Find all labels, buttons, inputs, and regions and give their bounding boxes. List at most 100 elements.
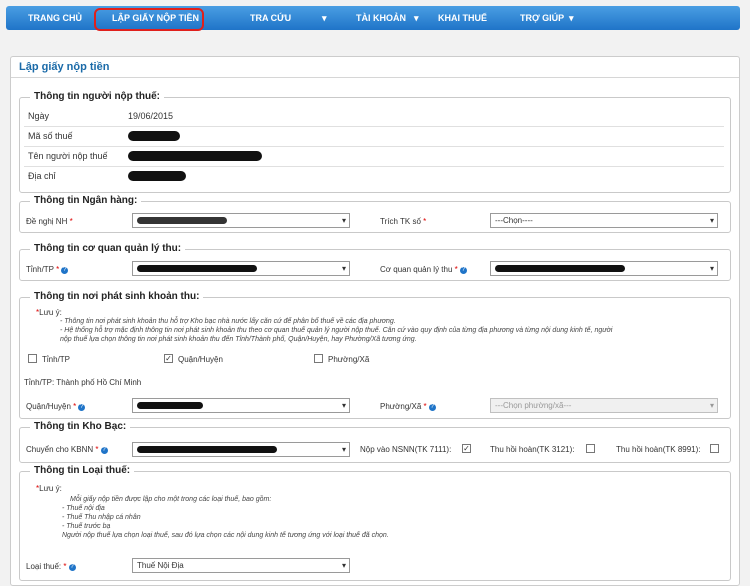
checkbox-district[interactable]: ✓ [164, 354, 173, 363]
redaction-address [128, 171, 186, 181]
highlight-annotation [94, 8, 204, 31]
treasury-section: Thông tin Kho Bạc: Chuyển cho KBNN *? ▾ … [19, 421, 731, 463]
taxtype-select[interactable]: Thuế Nội Địa ▾ [132, 558, 350, 573]
authority-section: Thông tin cơ quan quản lý thu: Tỉnh/TP *… [19, 243, 731, 281]
origin-note-title-text: Lưu ý: [39, 308, 62, 317]
nav-account-label: TÀI KHOẢN [356, 13, 406, 23]
chevron-down-icon: ▾ [341, 264, 346, 273]
taxtype-section: Thông tin Loại thuế: *Lưu ý: Mỗi giấy nộ… [19, 465, 731, 581]
required-marker: * [423, 217, 427, 226]
district-label: Quận/Huyện *? [26, 402, 86, 411]
bank-request-label: Đề nghị NH * [26, 217, 73, 226]
account-select-value: ---Chọn---- [495, 216, 533, 225]
nav-home[interactable]: TRANG CHỦ [28, 6, 82, 30]
origin-note-line-2: - Hệ thống hỗ trợ mặc định thông tin nơi… [60, 327, 613, 334]
bank-request-text: Đề nghị NH [26, 217, 68, 226]
taxpayer-name-label: Tên người nộp thuế [28, 151, 108, 161]
ward-select[interactable]: ---Chọn phường/xã--- ▾ [490, 398, 718, 413]
province-text: Tỉnh/TP: Thành phố Hồ Chí Minh [24, 378, 142, 387]
refund1-label: Thu hồi hoàn(TK 3121): [490, 445, 575, 454]
tax-code-label: Mã số thuế [28, 131, 73, 141]
nav-help-caret-icon: ▾ [569, 13, 574, 23]
redaction-treasury [137, 446, 277, 453]
row-address: Địa chỉ [24, 166, 724, 186]
nav-account[interactable]: TÀI KHOẢN [356, 6, 406, 30]
treasury-select[interactable]: ▾ [132, 442, 350, 457]
checkbox-district-label: Quận/Huyện [178, 355, 223, 364]
nsnn-label: Nộp vào NSNN(TK 7111): [360, 445, 452, 454]
payment-slip-form: Lập giấy nộp tiền Thông tin người nộp th… [10, 56, 740, 586]
taxtype-note-title-text: Lưu ý: [39, 484, 62, 493]
nsnn-checkbox[interactable]: ✓ [462, 444, 471, 453]
account-select[interactable]: ---Chọn---- ▾ [490, 213, 718, 228]
account-label-text: Trích TK số [380, 217, 421, 226]
nav-lookup-caret-icon: ▾ [322, 13, 327, 23]
help-icon[interactable]: ? [61, 267, 69, 274]
nav-lookup[interactable]: TRA CỨU [250, 6, 291, 30]
taxpayer-section: Thông tin người nộp thuế: Ngày 19/06/201… [19, 91, 731, 193]
chevron-down-icon: ▾ [709, 264, 714, 273]
checkbox-ward[interactable] [314, 354, 323, 363]
row-tax-code: Mã số thuế [24, 126, 724, 147]
help-icon[interactable]: ? [100, 447, 108, 454]
transfer-label: Chuyển cho KBNN *? [26, 445, 108, 454]
treasury-legend: Thông tin Kho Bạc: [30, 421, 131, 432]
help-icon[interactable]: ? [68, 564, 76, 571]
address-label: Địa chỉ [28, 171, 56, 181]
required-marker: * [95, 445, 99, 454]
redaction-bank [137, 217, 227, 224]
chevron-down-icon: ▾ [709, 216, 714, 225]
taxtype-note-title: *Lưu ý: [36, 484, 62, 493]
taxtype-label: Loại thuế: *? [26, 562, 76, 571]
ward-select-value: ---Chọn phường/xã--- [495, 401, 572, 410]
redaction-district [137, 402, 203, 409]
nav-help-label: TRỢ GIÚP [520, 13, 565, 23]
province-label-text: Tỉnh/TP [26, 265, 54, 274]
agency-label: Cơ quan quản lý thu *? [380, 265, 467, 274]
chevron-down-icon: ▾ [341, 561, 346, 570]
origin-legend: Thông tin nơi phát sinh khoản thu: [30, 291, 204, 302]
refund1-checkbox[interactable] [586, 444, 595, 453]
taxtype-legend: Thông tin Loại thuế: [30, 465, 135, 476]
date-value: 19/06/2015 [128, 111, 174, 121]
help-icon[interactable]: ? [78, 404, 86, 411]
refund2-label: Thu hồi hoàn(TK 8991): [616, 445, 701, 454]
nav-tax-declaration[interactable]: KHAI THUẾ [438, 6, 487, 30]
nav-help[interactable]: TRỢ GIÚP [520, 6, 564, 30]
required-marker: * [423, 402, 427, 411]
required-marker: * [69, 217, 73, 226]
title-divider [11, 77, 739, 78]
taxtype-label-text: Loại thuế: [26, 562, 62, 571]
required-marker: * [73, 402, 77, 411]
district-label-text: Quận/Huyện [26, 402, 71, 411]
date-label: Ngày [28, 111, 50, 121]
redaction-tax-code [128, 131, 180, 141]
origin-note-title: *Lưu ý: [36, 308, 62, 317]
required-marker: * [454, 265, 458, 274]
checkbox-province[interactable] [28, 354, 37, 363]
taxtype-select-value: Thuế Nội Địa [137, 561, 184, 570]
agency-select[interactable]: ▾ [490, 261, 718, 276]
agency-label-text: Cơ quan quản lý thu [380, 265, 453, 274]
row-date: Ngày 19/06/2015 [24, 106, 724, 127]
redaction-province [137, 265, 257, 272]
help-icon[interactable]: ? [459, 267, 467, 274]
transfer-label-text: Chuyển cho KBNN [26, 445, 94, 454]
chevron-down-icon: ▾ [341, 216, 346, 225]
nav-lookup-label: TRA CỨU [250, 13, 292, 23]
taxtype-note-line-1: Mỗi giấy nộp tiền được lập cho một trong… [70, 496, 272, 503]
taxtype-note-line-2: - Thuế nội địa [62, 505, 105, 512]
bank-legend: Thông tin Ngân hàng: [30, 195, 142, 206]
help-icon[interactable]: ? [428, 404, 436, 411]
required-marker: * [63, 562, 67, 571]
bank-select[interactable]: ▾ [132, 213, 350, 228]
checkbox-ward-label: Phường/Xã [328, 355, 370, 364]
taxtype-note-line-3: - Thuế Thu nhập cá nhân [62, 514, 141, 521]
required-marker: * [56, 265, 60, 274]
page-title: Lập giấy nộp tiền [19, 61, 110, 73]
refund2-checkbox[interactable] [710, 444, 719, 453]
redaction-taxpayer-name [128, 151, 262, 161]
district-select[interactable]: ▾ [132, 398, 350, 413]
bank-section: Thông tin Ngân hàng: Đề nghị NH * ▾ Tríc… [19, 195, 731, 233]
province-select[interactable]: ▾ [132, 261, 350, 276]
